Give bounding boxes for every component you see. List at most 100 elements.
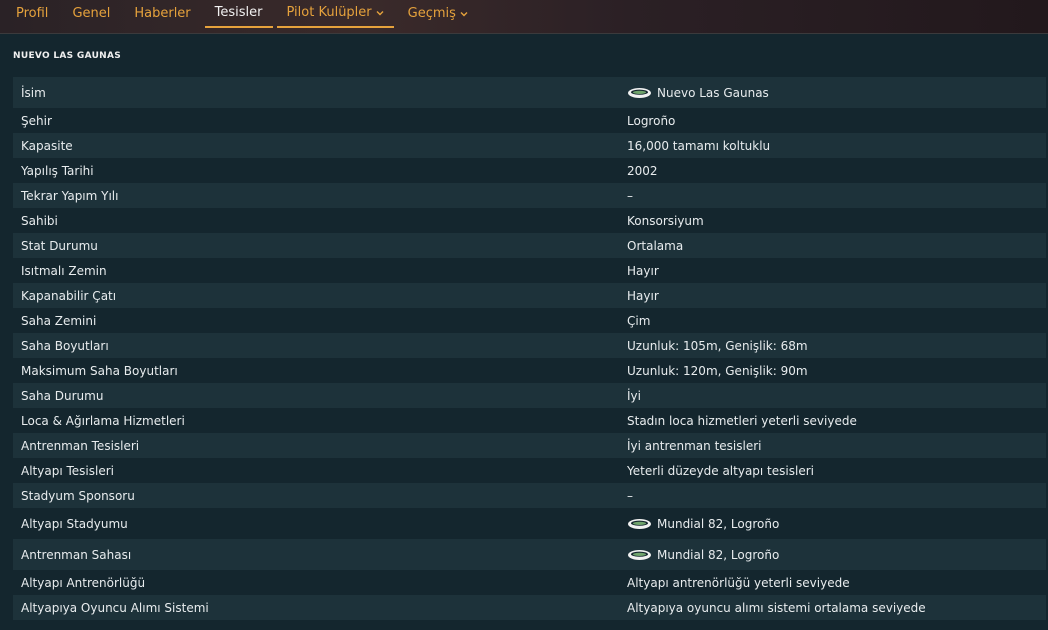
row-value-text: Uzunluk: 120m, Genişlik: 90m [627,363,808,378]
table-row: Yapılış Tarihi 2002 [13,158,1046,183]
row-label: Şehir [21,113,52,128]
row-value-text: Altyapıya oyuncu alımı sistemi ortalama … [627,600,926,615]
table-row: Saha Boyutları Uzunluk: 105m, Genişlik: 6… [13,333,1046,358]
tab-tesisler[interactable]: Tesisler [204,0,273,28]
table-row: Stat Durumu Ortalama [13,233,1046,258]
row-label: Loca & Ağırlama Hizmetleri [21,413,185,428]
row-label: Maksimum Saha Boyutları [21,363,178,378]
table-row: Antrenman Tesisleri İyi antrenman tesisle… [13,433,1046,458]
row-label: Stat Durumu [21,238,98,253]
row-value-text: Mundial 82, Logroño [657,516,780,531]
row-label: Saha Durumu [21,388,104,403]
table-row: Saha Zemini Çim [13,308,1046,333]
chevron-down-icon [460,12,468,17]
table-row: Altyapı Stadyumu Mundial 82, Logroño [13,508,1046,539]
table-row: Şehir Logroño [13,108,1046,133]
row-value-text: Hayır [627,263,659,278]
table-row: Saha Durumu İyi [13,383,1046,408]
row-label: Kapanabilir Çatı [21,288,117,303]
table-row: Kapanabilir Çatı Hayır [13,283,1046,308]
tab-label: Tesisler [214,5,263,20]
row-value[interactable]: Mundial 82, Logroño [619,548,1046,562]
row-value: İyi [619,389,1046,403]
row-value-text: Stadın loca hizmetleri yeterli seviyede [627,413,857,428]
tab-haberler[interactable]: Haberler [124,0,200,28]
row-value-text: Yeterli düzeyde altyapı tesisleri [627,463,814,478]
row-value[interactable]: Nuevo Las Gaunas [619,86,1046,100]
table-row: Antrenman Sahası Mundial 82, Logroño [13,539,1046,570]
table-row: Loca & Ağırlama Hizmetleri Stadın loca hi… [13,408,1046,433]
row-value: Stadın loca hizmetleri yeterli seviyede [619,414,1046,428]
row-value: Altyapı antrenörlüğü yeterli seviyede [619,576,1046,590]
stadium-icon [628,518,651,529]
row-value: Yeterli düzeyde altyapı tesisleri [619,464,1046,478]
row-label: Tekrar Yapım Yılı [21,188,119,203]
stadium-icon [628,87,651,98]
row-value: – [619,489,1046,503]
tab-genel[interactable]: Genel [62,0,120,28]
row-value[interactable]: Mundial 82, Logroño [619,517,1046,531]
row-value-text: Nuevo Las Gaunas [657,85,769,100]
table-row: Tekrar Yapım Yılı – [13,183,1046,208]
row-label: Altyapı Tesisleri [21,463,114,478]
tab-gecmis[interactable]: Geçmiş [398,0,478,28]
table-row: Maksimum Saha Boyutları Uzunluk: 120m, Ge… [13,358,1046,383]
row-value-text: Hayır [627,288,659,303]
chevron-down-icon [376,11,384,16]
row-value: Uzunluk: 105m, Genişlik: 68m [619,339,1046,353]
tab-label: Profil [16,6,49,21]
row-value: Çim [619,314,1046,328]
row-value-text: İyi antrenman tesisleri [627,438,762,453]
row-label: Kapasite [21,138,73,153]
row-label: Stadyum Sponsoru [21,488,135,503]
row-value-text: – [627,188,633,203]
row-label: Antrenman Tesisleri [21,438,140,453]
row-value-text: Altyapı antrenörlüğü yeterli seviyede [627,575,850,590]
row-label: Saha Zemini [21,313,97,328]
table-row: Isıtmalı Zemin Hayır [13,258,1046,283]
tab-label: Genel [72,6,111,21]
row-value-text: Logroño [627,113,676,128]
row-value: Hayır [619,264,1046,278]
row-label: İsim [21,85,46,100]
row-label: Sahibi [21,213,58,228]
row-value-text: Mundial 82, Logroño [657,547,780,562]
tab-label: Haberler [134,6,191,21]
row-value-text: 2002 [627,163,658,178]
tab-label: Geçmiş [407,6,456,21]
tab-strip: Profil Genel Haberler Tesisler Pilot Kul… [6,0,482,30]
table-row: Stadyum Sponsoru – [13,483,1046,508]
row-value-text: Uzunluk: 105m, Genişlik: 68m [627,338,808,353]
row-value-text: 16,000 tamamı koltuklu [627,138,771,153]
row-value: Uzunluk: 120m, Genişlik: 90m [619,364,1046,378]
row-value: Altyapıya oyuncu alımı sistemi ortalama … [619,601,1046,615]
row-label: Isıtmalı Zemin [21,263,107,278]
row-value: 16,000 tamamı koltuklu [619,139,1046,153]
facilities-panel: NUEVO LAS GAUNAS İsim Nuevo Las Gaunas Şe… [0,36,1048,630]
row-label: Altyapıya Oyuncu Alımı Sistemi [21,600,209,615]
row-value: – [619,189,1046,203]
table-row: İsim Nuevo Las Gaunas [13,77,1046,108]
row-value: 2002 [619,164,1046,178]
table-row: Sahibi Konsorsiyum [13,208,1046,233]
row-label: Saha Boyutları [21,338,109,353]
table-row: Altyapıya Oyuncu Alımı Sistemi Altyapıya … [13,595,1046,620]
row-value: Hayır [619,289,1046,303]
row-value-text: Çim [627,313,651,328]
top-navigation-bar: Profil Genel Haberler Tesisler Pilot Kul… [0,0,1048,34]
table-row: Altyapı Tesisleri Yeterli düzeyde altyapı… [13,458,1046,483]
row-value-text: Konsorsiyum [627,213,704,228]
tab-profil[interactable]: Profil [6,0,58,28]
row-value-text: – [627,488,633,503]
tab-label: Pilot Kulüpler [286,5,372,20]
row-label: Antrenman Sahası [21,547,132,562]
row-value: Logroño [619,114,1046,128]
table-row: Kapasite 16,000 tamamı koltuklu [13,133,1046,158]
row-value: İyi antrenman tesisleri [619,439,1046,453]
facilities-table: İsim Nuevo Las Gaunas Şehir Logroño Kapasit… [13,77,1046,620]
row-value-text: Ortalama [627,238,684,253]
stadium-icon [628,549,651,560]
table-row: Altyapı Antrenörlüğü Altyapı antrenörlüğü… [13,570,1046,595]
row-label: Altyapı Antrenörlüğü [21,575,146,590]
tab-pilot-kulupler[interactable]: Pilot Kulüpler [276,0,394,28]
